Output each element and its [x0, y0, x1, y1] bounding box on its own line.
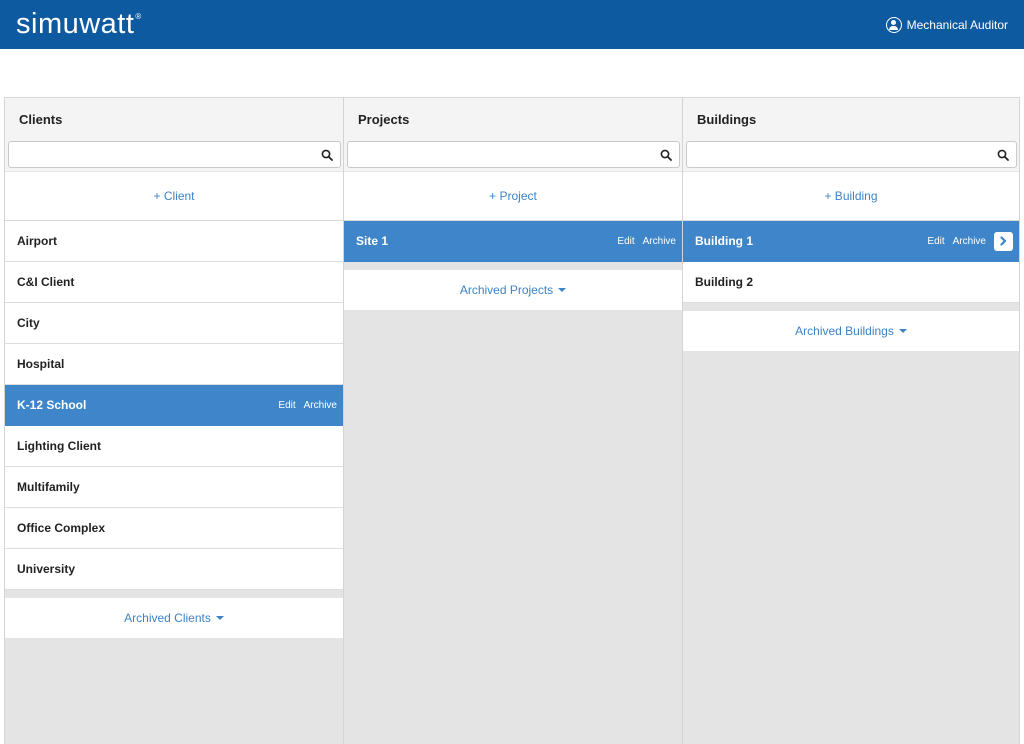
list-item-client[interactable]: City	[5, 303, 343, 344]
item-actions: Edit Archive	[919, 231, 1013, 251]
list-item-client[interactable]: C&I Client	[5, 262, 343, 303]
simuwatt-logo[interactable]: simuwatt ®	[16, 8, 142, 41]
edit-link[interactable]: Edit	[617, 236, 634, 247]
user-role: Mechanical Auditor	[906, 17, 1008, 32]
archived-buildings-label: Archived Buildings	[795, 324, 894, 338]
caret-down-icon	[215, 616, 224, 620]
list-item-client[interactable]: Airport	[5, 221, 343, 262]
columns-panel: Clients + Client Airport C&I Client City…	[4, 97, 1020, 744]
item-label: Building 2	[695, 275, 753, 289]
list-item-client[interactable]: Multifamily	[5, 467, 343, 508]
clients-search-input[interactable]	[9, 142, 307, 167]
archived-buildings-toggle[interactable]: Archived Buildings	[683, 311, 1019, 351]
archived-projects-toggle[interactable]: Archived Projects	[344, 270, 682, 310]
archive-link[interactable]: Archive	[304, 400, 337, 411]
clients-header: Clients	[5, 98, 343, 141]
item-label: Office Complex	[17, 521, 106, 535]
list-item-client[interactable]: Hospital	[5, 344, 343, 385]
buildings-search-input[interactable]	[687, 142, 984, 167]
item-actions: Edit Archive	[609, 236, 676, 247]
list-item-client[interactable]: Lighting Client	[5, 426, 343, 467]
list-item-building-selected[interactable]: Building 1 Edit Archive	[683, 221, 1019, 262]
item-actions: Edit Archive	[270, 400, 337, 411]
buildings-search-box	[686, 141, 1017, 168]
user-circle-icon	[885, 16, 902, 33]
list-item-building[interactable]: Building 2	[683, 262, 1019, 303]
item-label: C&I Client	[17, 275, 75, 289]
item-label: Multifamily	[17, 480, 80, 494]
list-item-client-selected[interactable]: K-12 School Edit Archive	[5, 385, 343, 426]
clients-search-wrap	[5, 141, 343, 171]
item-label: University	[17, 562, 76, 576]
top-bar: simuwatt ® Mechanical Auditor	[0, 0, 1024, 49]
add-building-button[interactable]: + Building	[683, 171, 1019, 221]
item-label: Building 1	[695, 234, 753, 248]
search-icon[interactable]	[660, 149, 672, 161]
add-project-button[interactable]: + Project	[344, 171, 682, 221]
search-icon[interactable]	[997, 149, 1009, 161]
edit-link[interactable]: Edit	[278, 400, 295, 411]
user-menu[interactable]: Mechanical Auditor	[885, 16, 1008, 33]
item-label: Lighting Client	[17, 439, 101, 453]
buildings-header: Buildings	[683, 98, 1019, 141]
clients-search-box	[8, 141, 341, 168]
item-label: K-12 School	[17, 398, 87, 412]
list-item-client[interactable]: University	[5, 549, 343, 590]
edit-link[interactable]: Edit	[927, 236, 944, 247]
registered-mark: ®	[135, 12, 142, 21]
item-label: Hospital	[17, 357, 65, 371]
projects-search-box	[347, 141, 680, 168]
item-label: Site 1	[356, 234, 389, 248]
archive-link[interactable]: Archive	[643, 236, 676, 247]
item-label: City	[17, 316, 40, 330]
chevron-right-glyph	[1000, 236, 1007, 246]
item-label: Airport	[17, 234, 57, 248]
projects-search-wrap	[344, 141, 682, 171]
projects-column: Projects + Project Site 1 Edit Archive A…	[343, 98, 682, 744]
spacer	[683, 303, 1019, 311]
search-icon[interactable]	[321, 149, 333, 161]
archived-clients-label: Archived Clients	[124, 611, 211, 625]
projects-search-input[interactable]	[348, 142, 646, 167]
archived-clients-toggle[interactable]: Archived Clients	[5, 598, 343, 638]
buildings-column: Buildings + Building Building 1 Edit Arc…	[682, 98, 1020, 744]
caret-down-icon	[558, 288, 567, 292]
chevron-right-icon[interactable]	[994, 231, 1013, 251]
logo-text: simuwatt	[16, 8, 135, 40]
archive-link[interactable]: Archive	[953, 236, 986, 247]
clients-column: Clients + Client Airport C&I Client City…	[4, 98, 343, 744]
list-item-client[interactable]: Office Complex	[5, 508, 343, 549]
list-item-project-selected[interactable]: Site 1 Edit Archive	[344, 221, 682, 262]
projects-header: Projects	[344, 98, 682, 141]
spacer	[344, 262, 682, 270]
buildings-search-wrap	[683, 141, 1019, 171]
archived-projects-label: Archived Projects	[459, 283, 554, 297]
caret-down-icon	[898, 329, 907, 333]
add-client-button[interactable]: + Client	[5, 171, 343, 221]
spacer	[5, 590, 343, 598]
